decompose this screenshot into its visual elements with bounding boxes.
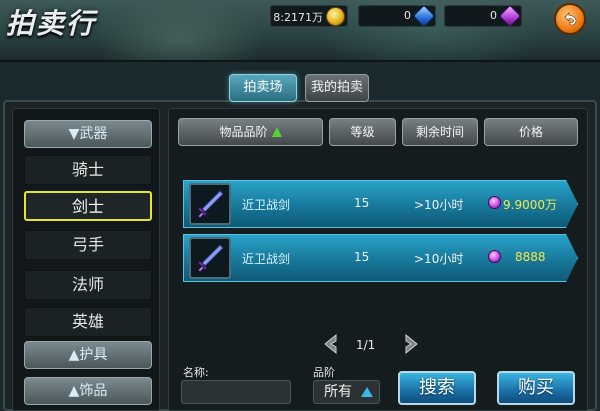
item-slot <box>189 183 231 225</box>
subcategory-archer[interactable]: 弓手 <box>24 230 152 260</box>
subcategory-swordsman[interactable]: 剑士 <box>24 191 152 221</box>
blue-gem-amount: 0 <box>404 9 411 22</box>
row-item-name: 近卫战剑 <box>242 198 291 212</box>
quality-dropdown[interactable]: 所有 <box>313 380 380 404</box>
blue-gem-currency: 0 <box>358 4 436 28</box>
quality-value: 所有 <box>324 384 352 400</box>
row-item-price: 9.9000万 <box>503 198 557 212</box>
category-weapons[interactable]: ▼武器 <box>24 120 152 148</box>
row-item-time: >10小时 <box>414 198 464 212</box>
column-level[interactable]: 等级 <box>329 118 396 146</box>
tab-my-auctions[interactable]: 我的拍卖 <box>305 74 369 102</box>
category-accessories[interactable]: ▲饰品 <box>24 377 152 405</box>
subcategory-knight[interactable]: 骑士 <box>24 155 152 185</box>
gold-amount: 8:2171万 <box>273 11 323 24</box>
quality-label: 品阶 <box>313 366 335 379</box>
column-quality-label: 物品品阶 <box>219 125 268 139</box>
page-title: 拍卖行 <box>6 7 97 40</box>
category-armor[interactable]: ▲护具 <box>24 341 152 369</box>
row-item-level: 15 <box>354 250 370 264</box>
row-item-price: 8888 <box>515 250 546 264</box>
page-indicator: 1/1 <box>356 338 376 352</box>
row-item-level: 15 <box>354 196 370 210</box>
gold-coin-icon <box>326 7 345 26</box>
gold-currency: 8:2171万 <box>270 5 348 27</box>
buy-button[interactable]: 购买 <box>497 371 575 405</box>
triangle-up-icon <box>361 387 373 397</box>
column-time-left[interactable]: 剩余时间 <box>402 118 478 146</box>
purple-gem-icon <box>498 4 522 28</box>
blue-gem-icon <box>412 4 436 28</box>
green-up-arrow-icon <box>271 126 282 137</box>
column-quality[interactable]: 物品品阶 <box>178 118 323 146</box>
tab-auction-market[interactable]: 拍卖场 <box>229 74 297 102</box>
row-item-time: >10小时 <box>414 252 464 266</box>
auction-house-screen: 拍卖行 8:2171万 0 0 拍卖场 我的拍卖 ▼武器 骑士 剑士 弓手 法师… <box>0 0 600 411</box>
subcategory-hero[interactable]: 英雄 <box>24 307 152 337</box>
prev-page-icon[interactable] <box>322 333 340 355</box>
sword-icon <box>197 190 224 219</box>
purple-gem-currency: 0 <box>444 4 522 28</box>
row-item-name: 近卫战剑 <box>242 252 291 266</box>
item-slot <box>189 237 231 279</box>
name-label: 名称: <box>183 366 209 379</box>
purple-gem-amount: 0 <box>490 9 497 22</box>
back-arrow-icon <box>564 12 577 26</box>
back-button[interactable] <box>554 3 586 35</box>
subcategory-mage[interactable]: 法师 <box>24 270 152 300</box>
next-page-icon[interactable] <box>402 333 420 355</box>
column-price[interactable]: 价格 <box>484 118 578 146</box>
sword-icon <box>197 244 224 273</box>
search-button[interactable]: 搜索 <box>398 371 476 405</box>
purple-gem-icon <box>488 250 501 263</box>
name-input[interactable] <box>181 380 291 404</box>
purple-gem-icon <box>488 196 501 209</box>
